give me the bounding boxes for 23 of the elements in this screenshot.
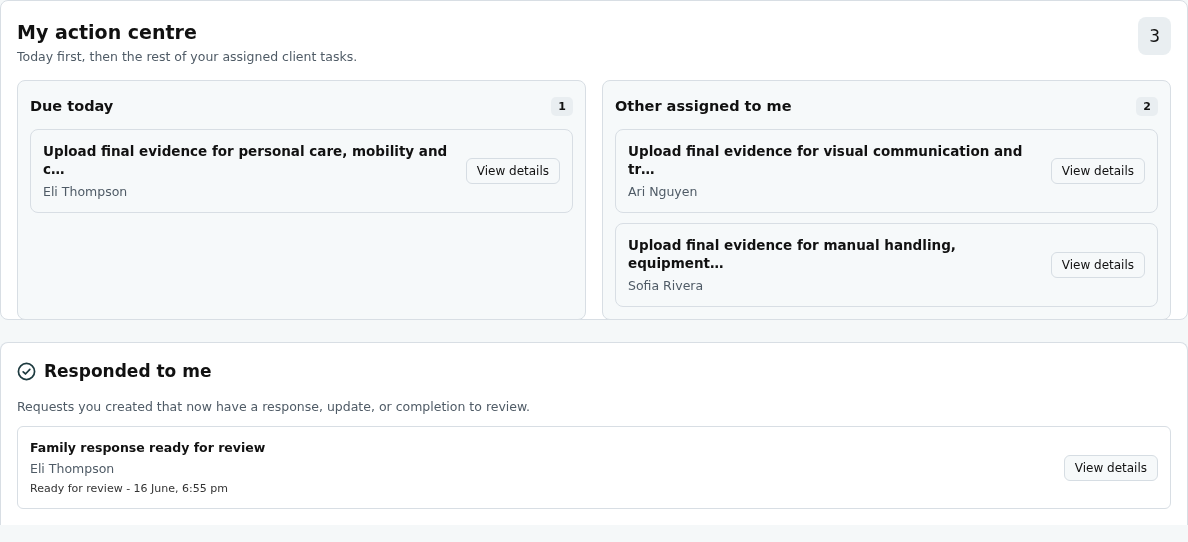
view-details-button[interactable]: View details (465, 158, 560, 185)
client-name: Eli Thompson (43, 184, 129, 200)
response-title: Family response ready for review (30, 440, 267, 455)
panel-title: Due today (30, 98, 114, 114)
section-title: My action centre (17, 21, 198, 43)
view-details-button[interactable]: View details (1050, 158, 1145, 185)
client-name: Ari Nguyen (628, 184, 699, 200)
response-meta: Ready for review - 16 June, 6:55 pm (30, 482, 229, 495)
total-count-badge: 3 (1138, 17, 1171, 55)
view-details-button[interactable]: View details (1050, 252, 1145, 279)
count-badge: 2 (1136, 96, 1158, 116)
section-description: Requests you created that now have a response, update, or completion to review. (17, 399, 532, 414)
task-title: Upload final evidence for visual communication and tr… (628, 143, 1024, 179)
client-name: Eli Thompson (30, 461, 116, 476)
view-details-button[interactable]: View details (1063, 454, 1158, 481)
client-name: Sofia Rivera (628, 278, 705, 294)
section-title: Responded to me (44, 361, 212, 381)
section-subtitle: Today first, then the rest of your assigned client tasks. (17, 49, 358, 64)
task-title: Upload final evidence for personal care, mobility and c… (43, 143, 449, 179)
count-badge: 1 (551, 96, 573, 116)
check-circle-icon (17, 361, 36, 381)
task-title: Upload final evidence for manual handling, equipment… (628, 237, 957, 273)
panel-title: Other assigned to me (615, 98, 792, 114)
